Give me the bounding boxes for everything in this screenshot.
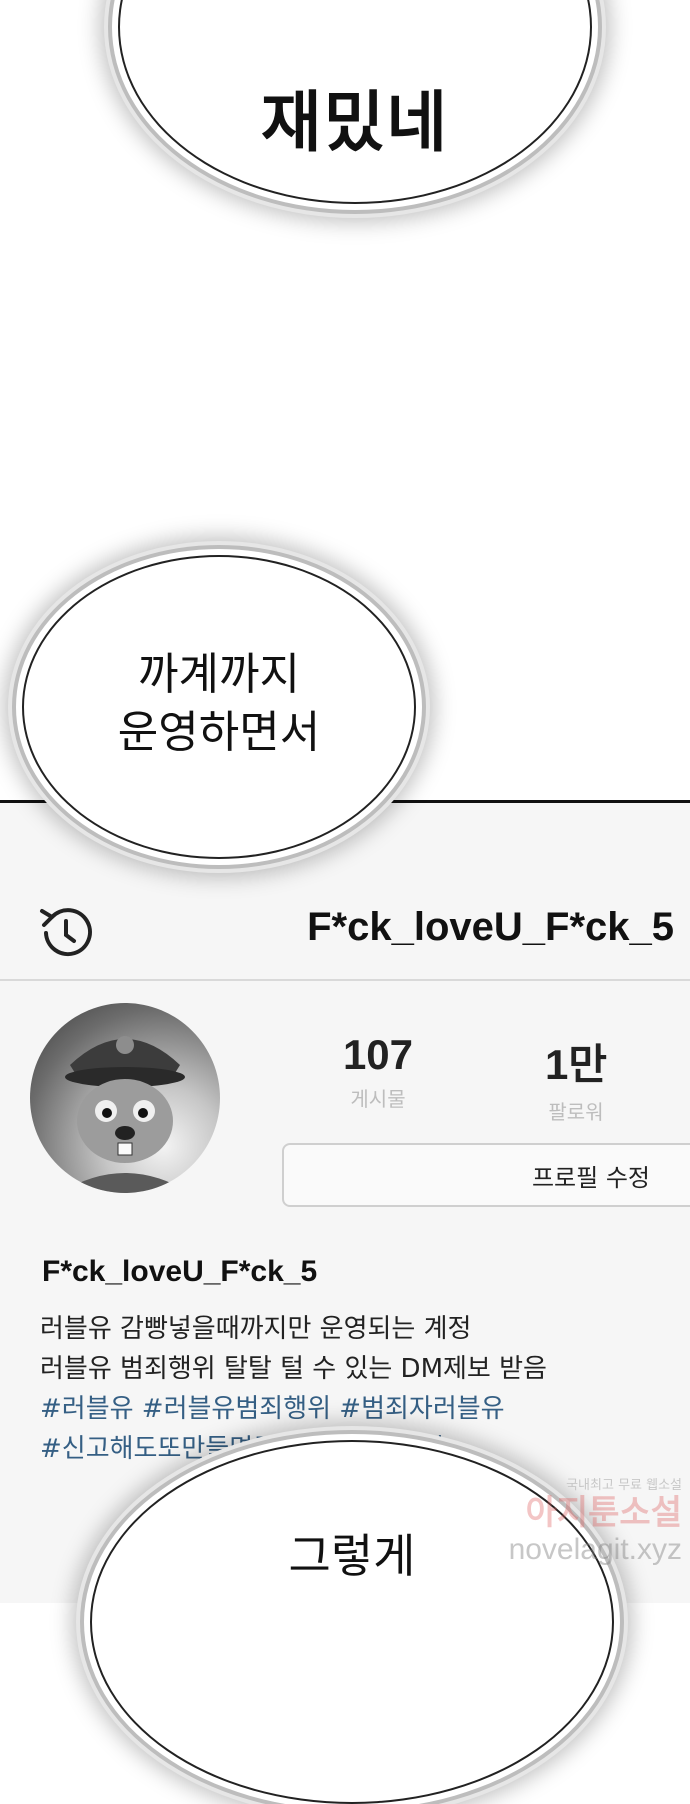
- hashtags-line-1[interactable]: #러블유 #러블유범죄행위 #범죄자러블유: [40, 1388, 505, 1425]
- history-icon[interactable]: [36, 903, 96, 963]
- bio-line-1: 러블유 감빵넣을때까지만 운영되는 계정: [40, 1314, 472, 1344]
- watermark: 국내최고 무료 웹소설 아지툰소설 novelagit.xyz: [462, 1474, 682, 1567]
- speech-bubble-middle: 까계까지 운영하면서: [22, 555, 416, 859]
- followers-label: 팔로워: [548, 1100, 604, 1124]
- bubble-text-middle-line-2: 운영하면서: [117, 707, 321, 758]
- stat-followers[interactable]: 1만 팔로워: [496, 1031, 656, 1125]
- avatar[interactable]: [30, 1003, 220, 1193]
- bubble-text-bottom: 그렇게: [288, 1529, 416, 1583]
- bubble-text-middle-line-1: 까계까지: [138, 649, 300, 700]
- followers-count: 1만: [545, 1041, 607, 1088]
- avatar-image: [60, 1036, 190, 1193]
- bubble-text-middle: 까계까지 운영하면서: [118, 646, 320, 762]
- watermark-line-2: 아지툰소설: [525, 1493, 682, 1533]
- speech-bubble-top: 재밌네: [118, 0, 592, 204]
- bio-line-2: 러블유 범죄행위 탈탈 털 수 있는 DM제보 받음: [40, 1354, 547, 1384]
- stat-posts[interactable]: 107 게시물: [298, 1031, 458, 1112]
- header-username: F*ck_loveU_F*ck_5: [307, 905, 674, 949]
- bio-name: F*ck_loveU_F*ck_5: [42, 1255, 318, 1288]
- edit-profile-button[interactable]: 프로필 수정: [282, 1143, 690, 1207]
- bubble-text-top: 재밌네: [260, 84, 450, 161]
- posts-label: 게시물: [350, 1087, 406, 1111]
- watermark-line-3: novelagit.xyz: [508, 1533, 682, 1566]
- posts-count: 107: [342, 1031, 414, 1078]
- watermark-line-1: 국내최고 무료 웹소설: [566, 1478, 682, 1493]
